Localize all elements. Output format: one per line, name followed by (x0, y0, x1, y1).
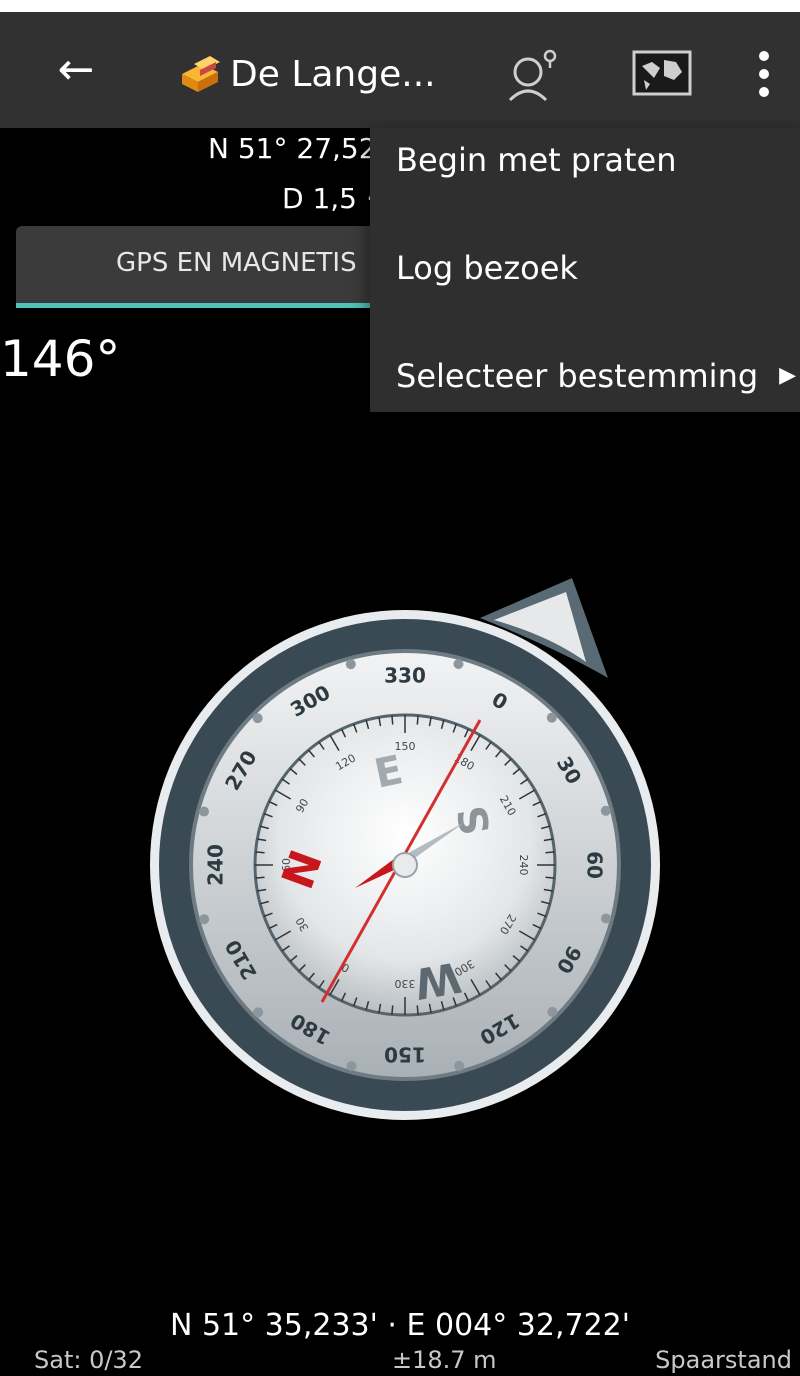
satellite-count: Sat: 0/32 (34, 1346, 143, 1374)
toolbar: ← De Lange... (0, 12, 800, 128)
bezel-label: 150 (384, 1043, 426, 1067)
map-button[interactable] (630, 46, 696, 102)
status-bar (0, 0, 800, 12)
page-title: De Lange... (230, 53, 436, 95)
tab-gps-magnetic[interactable]: GPS EN MAGNETIS (16, 226, 416, 306)
arrow-left-icon: ← (57, 44, 95, 95)
triangle-right-icon: ▶ (779, 363, 796, 388)
compass-dial: 3300306090120150180210240270300 12015018… (150, 578, 660, 1120)
bezel-notch (454, 1060, 465, 1071)
dial-label: 240 (517, 855, 530, 876)
status-row: Sat: 0/32 ±18.7 m Spaarstand (0, 1346, 800, 1376)
dial-tick (545, 851, 555, 854)
back-button[interactable]: ← (48, 46, 104, 94)
bezel-notch (253, 1007, 264, 1018)
menu-item-label: Begin met praten (396, 141, 677, 179)
dial-tick (416, 715, 419, 725)
menu-item-begin-met-praten[interactable]: Begin met praten (396, 130, 796, 190)
dial-tick (391, 1005, 394, 1015)
cardinal-w: W (411, 952, 465, 1008)
map-icon (632, 50, 692, 96)
speak-button[interactable] (504, 42, 564, 104)
tab-indicator (16, 303, 416, 308)
bezel-label: 240 (204, 844, 228, 886)
menu-item-selecteer-bestemming[interactable]: Selecteer bestemming ▶ (396, 346, 796, 406)
dial-tick (416, 1005, 419, 1015)
overflow-menu: Begin met praten Log bezoek Selecteer be… (370, 128, 800, 412)
bezel-notch (199, 914, 210, 925)
bezel-notch (547, 1006, 558, 1017)
speak-icon (508, 49, 557, 102)
target-coordinates: N 51° 27,52 (208, 132, 377, 165)
bezel-notch (546, 712, 557, 723)
bezel-label: 60 (583, 851, 607, 879)
tab-label: GPS EN MAGNETIS (116, 248, 357, 278)
dial-tick (545, 876, 555, 879)
menu-item-label: Log bezoek (396, 249, 578, 287)
dial-tick (255, 876, 265, 879)
target-distance: D 1,5 · (282, 182, 375, 215)
power-mode: Spaarstand (655, 1346, 792, 1374)
bezel-notch (198, 806, 209, 817)
dial-label: 330 (395, 977, 416, 990)
more-vert-icon (759, 51, 769, 97)
bezel-label: 330 (384, 664, 426, 688)
title-area[interactable]: De Lange... (176, 50, 436, 98)
bezel-notch (252, 713, 263, 724)
menu-item-log-bezoek[interactable]: Log bezoek (396, 238, 796, 298)
accuracy: ±18.7 m (392, 1346, 497, 1374)
cache-type-icon (182, 56, 220, 92)
menu-item-label: Selecteer bestemming (396, 357, 759, 395)
heading-degrees: 146° (0, 330, 121, 388)
bezel-notch (601, 913, 612, 924)
bezel-notch (345, 659, 356, 670)
dial-tick (391, 715, 394, 725)
bezel-notch (600, 805, 611, 816)
bezel-notch (453, 658, 464, 669)
bezel-notch (346, 1061, 357, 1072)
needle-pivot (392, 852, 418, 878)
current-position: N 51° 35,233' · E 004° 32,722' (169, 1308, 631, 1343)
dial-tick (255, 851, 265, 854)
more-options-button[interactable] (744, 42, 784, 106)
